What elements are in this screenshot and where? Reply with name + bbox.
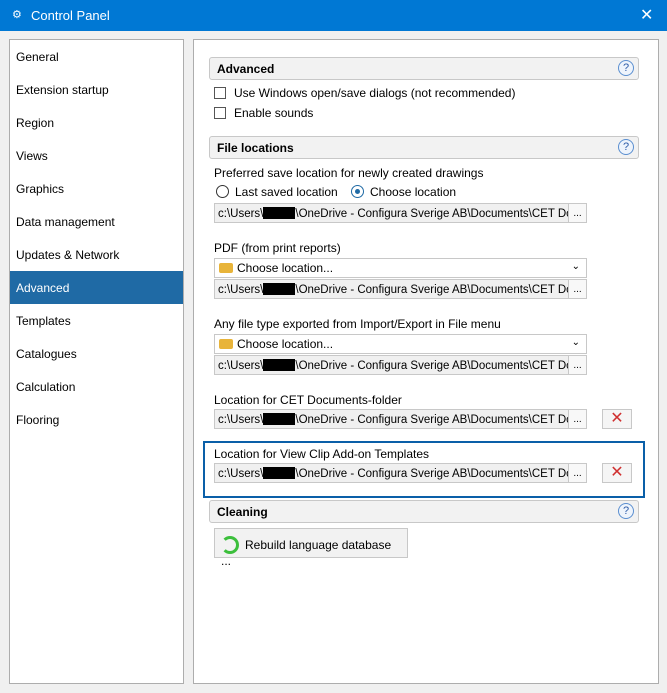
window-title: Control Panel — [31, 8, 110, 23]
choose-location-label: Choose location — [370, 185, 457, 199]
path-suffix: \OneDrive - Configura Sverige AB\Documen… — [295, 284, 573, 296]
choose-location-radio[interactable] — [351, 185, 364, 198]
path-prefix: c:\Users\ — [218, 208, 264, 220]
sidebar-item-general[interactable]: General — [10, 40, 183, 73]
path-prefix: c:\Users\ — [218, 414, 264, 426]
any-file-location-dropdown[interactable]: Choose location... ⌄ — [214, 334, 587, 354]
redaction — [263, 359, 296, 371]
cleaning-section-header: Cleaning ? — [209, 500, 639, 523]
use-windows-dialogs-label: Use Windows open/save dialogs (not recom… — [234, 86, 516, 100]
redaction — [263, 207, 296, 219]
app-icon: ⚙ — [12, 9, 22, 21]
help-icon[interactable]: ? — [618, 503, 634, 519]
button-label: Rebuild language database ... — [221, 538, 392, 568]
folder-icon — [219, 339, 233, 349]
sidebar-item-catalogues[interactable]: Catalogues — [10, 337, 183, 370]
sidebar-item-advanced[interactable]: Advanced — [10, 271, 183, 304]
pdf-label: PDF (from print reports) — [214, 241, 341, 255]
close-button[interactable]: ✕ — [640, 5, 653, 25]
browse-button[interactable]: ... — [568, 464, 586, 482]
chevron-down-icon: ⌄ — [571, 261, 580, 272]
help-icon[interactable]: ? — [618, 60, 634, 76]
sidebar-item-extension-startup[interactable]: Extension startup — [10, 73, 183, 106]
refresh-icon — [221, 536, 239, 554]
path-suffix: \OneDrive - Configura Sverige AB\Documen… — [295, 360, 573, 372]
dropdown-value: Choose location... — [237, 337, 334, 351]
path-suffix: \OneDrive - Configura Sverige AB\Documen… — [295, 414, 573, 426]
settings-panel: Advanced ? Use Windows open/save dialogs… — [193, 39, 659, 684]
enable-sounds-checkbox[interactable] — [214, 107, 226, 119]
redaction — [263, 413, 296, 425]
path-prefix: c:\Users\ — [218, 360, 264, 372]
path-prefix: c:\Users\ — [218, 468, 264, 480]
sidebar-item-data-management[interactable]: Data management — [10, 205, 183, 238]
any-file-label: Any file type exported from Import/Expor… — [214, 317, 501, 331]
browse-button[interactable]: ... — [568, 410, 586, 428]
sidebar-item-views[interactable]: Views — [10, 139, 183, 172]
sidebar-item-region[interactable]: Region — [10, 106, 183, 139]
path-prefix: c:\Users\ — [218, 284, 264, 296]
sidebar-item-updates-network[interactable]: Updates & Network — [10, 238, 183, 271]
use-windows-dialogs-checkbox[interactable] — [214, 87, 226, 99]
rebuild-language-database-button[interactable]: Rebuild language database ... — [214, 528, 408, 568]
delete-cet-docs-button[interactable]: ✕ — [602, 409, 632, 429]
path-suffix: \OneDrive - Configura Sverige AB\Documen… — [295, 208, 573, 220]
sidebar-item-flooring[interactable]: Flooring — [10, 403, 183, 436]
advanced-section-header: Advanced ? — [209, 57, 639, 80]
path-suffix: \OneDrive - Configura Sverige AB\Documen… — [295, 468, 573, 480]
cet-docs-label: Location for CET Documents-folder — [214, 393, 402, 407]
sidebar-item-graphics[interactable]: Graphics — [10, 172, 183, 205]
file-locations-title: File locations — [217, 141, 294, 155]
chevron-down-icon: ⌄ — [571, 337, 580, 348]
delete-view-clip-button[interactable]: ✕ — [602, 463, 632, 483]
redaction — [263, 283, 296, 295]
browse-button[interactable]: ... — [568, 204, 586, 222]
pdf-location-dropdown[interactable]: Choose location... ⌄ — [214, 258, 587, 278]
preferred-path-field[interactable]: c:\Users\ \OneDrive - Configura Sverige A… — [214, 203, 587, 223]
last-saved-label: Last saved location — [235, 185, 338, 199]
last-saved-radio[interactable] — [216, 185, 229, 198]
folder-icon — [219, 263, 233, 273]
sidebar-item-templates[interactable]: Templates — [10, 304, 183, 337]
redaction — [263, 467, 296, 479]
file-locations-section-header: File locations ? — [209, 136, 639, 159]
cet-docs-path-field[interactable]: c:\Users\ \OneDrive - Configura Sverige A… — [214, 409, 587, 429]
preferred-save-label: Preferred save location for newly create… — [214, 166, 484, 180]
enable-sounds-label: Enable sounds — [234, 106, 314, 120]
pdf-path-field[interactable]: c:\Users\ \OneDrive - Configura Sverige A… — [214, 279, 587, 299]
browse-button[interactable]: ... — [568, 280, 586, 298]
view-clip-label: Location for View Clip Add-on Templates — [214, 447, 430, 461]
sidebar: General Extension startup Region Views G… — [9, 39, 184, 684]
title-bar: ⚙ Control Panel ✕ — [0, 0, 667, 31]
dropdown-value: Choose location... — [237, 261, 334, 275]
browse-button[interactable]: ... — [568, 356, 586, 374]
help-icon[interactable]: ? — [618, 139, 634, 155]
advanced-title: Advanced — [217, 62, 275, 76]
sidebar-item-calculation[interactable]: Calculation — [10, 370, 183, 403]
any-file-path-field[interactable]: c:\Users\ \OneDrive - Configura Sverige A… — [214, 355, 587, 375]
view-clip-path-field[interactable]: c:\Users\ \OneDrive - Configura Sverige A… — [214, 463, 587, 483]
cleaning-title: Cleaning — [217, 505, 268, 519]
